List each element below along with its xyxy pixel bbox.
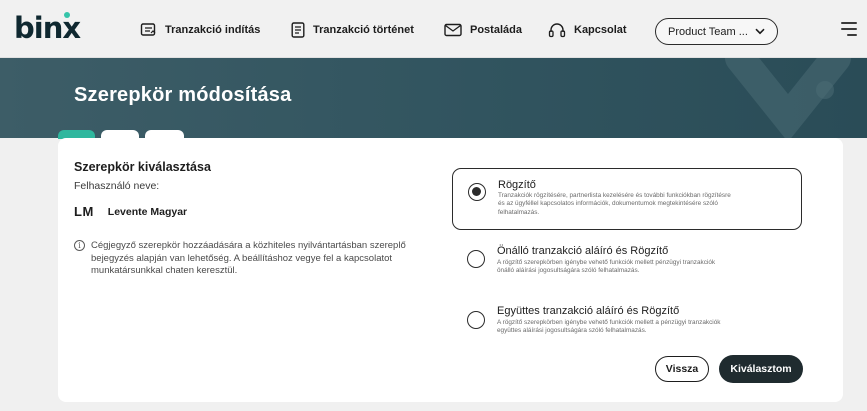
info-icon: i xyxy=(74,240,85,251)
hero-banner: Szerepkör módosítása xyxy=(0,58,867,138)
choose-button[interactable]: Kiválasztom xyxy=(719,355,803,383)
user-name: Levente Magyar xyxy=(107,205,188,218)
role-desc-line: együttes aláírási jogosultságára szóló f… xyxy=(497,327,647,335)
user-name-label: Felhasználó neve: xyxy=(74,180,160,192)
top-navbar: binx Tranzakció indítás Tranzakció törté… xyxy=(0,0,867,58)
role-title: Önálló tranzakció aláíró és Rögzítő xyxy=(497,245,669,257)
team-selector[interactable]: Product Team ... xyxy=(655,18,778,45)
document-list-icon xyxy=(291,22,305,38)
role-title: Rögzítő xyxy=(498,179,536,191)
avatar: LM xyxy=(74,204,94,219)
role-description: A rögzítő szerepkörben igénybe vehető fu… xyxy=(497,259,797,276)
role-desc-line: felhatalmazás. xyxy=(498,208,540,216)
role-desc-line: és az ügyféllel kapcsolatos információk,… xyxy=(498,200,718,208)
role-description: A rögzítő szerepkörben igénybe vehető fu… xyxy=(497,319,797,336)
info-note: i Cégjegyző szerepkör hozzáadására a köz… xyxy=(74,240,434,278)
info-line: bejegyzés alapján van lehetőség. A beáll… xyxy=(91,252,393,264)
role-option-rogzito[interactable]: Rögzítő Tranzakciók rögzítésére, partner… xyxy=(452,168,802,230)
nav-mailbox[interactable]: Postaláda xyxy=(444,19,522,41)
radio-button[interactable] xyxy=(467,311,485,329)
nav-transaction-start[interactable]: Tranzakció indítás xyxy=(140,19,260,41)
nav-label-mailbox: Postaláda xyxy=(470,24,522,36)
binx-logo[interactable]: binx xyxy=(14,12,81,44)
nav-contact[interactable]: Kapcsolat xyxy=(548,19,627,41)
envelope-icon xyxy=(444,23,462,37)
radio-button[interactable] xyxy=(467,250,485,268)
transaction-start-icon xyxy=(140,23,156,36)
info-line: munkatársunkkal chaten keresztül. xyxy=(91,265,238,276)
back-button[interactable]: Vissza xyxy=(655,356,709,382)
radio-button[interactable] xyxy=(468,183,486,201)
brand-decoration-icon xyxy=(725,58,851,138)
role-option-egyuttes[interactable]: Együttes tranzakció aláíró és Rögzítő A … xyxy=(452,300,802,346)
role-title: Együttes tranzakció aláíró és Rögzítő xyxy=(497,305,680,317)
nav-transaction-history[interactable]: Tranzakció történet xyxy=(291,19,414,41)
team-selector-value: Product Team ... xyxy=(668,25,748,38)
info-text: Cégjegyző szerepkör hozzáadására a közhi… xyxy=(91,240,406,278)
page-title: Szerepkör módosítása xyxy=(74,84,292,106)
user-row: LM Levente Magyar xyxy=(74,204,187,219)
role-desc-line: A rögzítő szerepkörben igénybe vehető fu… xyxy=(497,319,721,326)
nav-label-transaction-history: Tranzakció történet xyxy=(313,24,414,36)
role-desc-line: önálló aláírási jogosultságára szóló fel… xyxy=(497,267,640,275)
nav-label-contact: Kapcsolat xyxy=(574,24,627,36)
role-desc-line: Tranzakciók rögzítésére, partnerlista ke… xyxy=(498,192,731,199)
nav-label-transaction-start: Tranzakció indítás xyxy=(165,24,261,36)
logo-dot xyxy=(64,12,70,18)
role-description: Tranzakciók rögzítésére, partnerlista ke… xyxy=(498,192,798,217)
role-option-onallo[interactable]: Önálló tranzakció aláíró és Rögzítő A rö… xyxy=(452,240,802,286)
hamburger-menu-icon[interactable] xyxy=(841,22,857,36)
headset-icon xyxy=(548,22,566,37)
info-line: Cégjegyző szerepkör hozzáadására a közhi… xyxy=(91,240,406,251)
section-title: Szerepkör kiválasztása xyxy=(74,160,211,174)
chevron-down-icon xyxy=(755,28,765,35)
role-desc-line: A rögzítő szerepkörben igénybe vehető fu… xyxy=(497,259,716,266)
